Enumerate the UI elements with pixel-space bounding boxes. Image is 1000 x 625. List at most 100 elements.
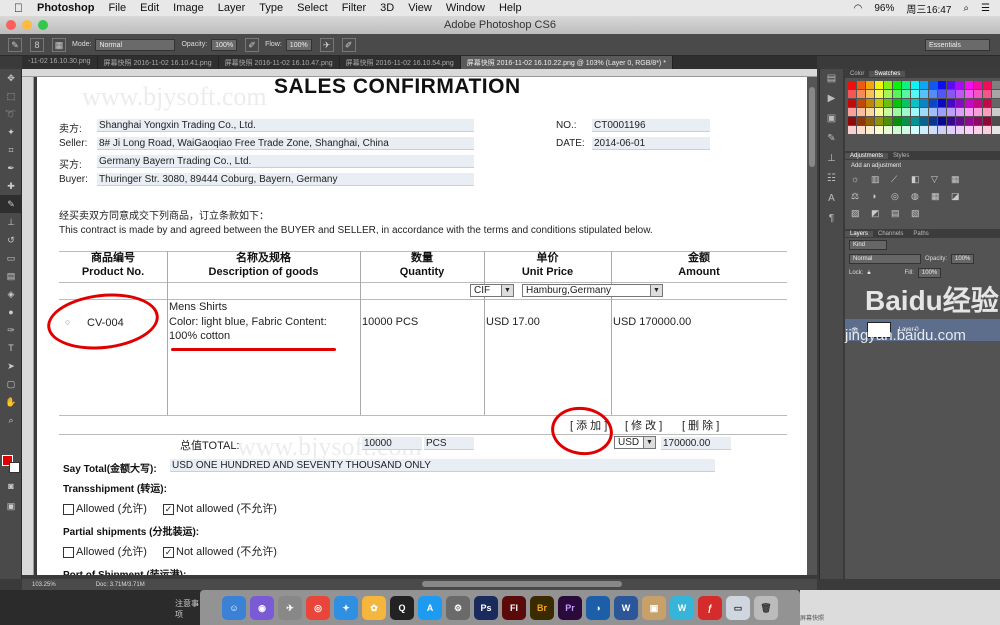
color-swatch[interactable]: [983, 99, 991, 107]
tab-doc-2[interactable]: 屏幕快照 2016-11-02 16.10.41.png: [98, 56, 219, 69]
horizontal-scrollbar[interactable]: [422, 581, 622, 587]
zoom-level[interactable]: 103.25%: [32, 582, 56, 588]
color-swatch[interactable]: [884, 117, 892, 125]
apple-menu-icon[interactable]: : [14, 1, 23, 15]
lasso-tool-icon[interactable]: ➰: [0, 105, 22, 123]
currency-select[interactable]: USD ▼: [614, 436, 656, 449]
menu-app-photoshop[interactable]: Photoshop: [37, 2, 94, 14]
airbrush-icon[interactable]: ✈: [319, 37, 334, 52]
color-swatch[interactable]: [938, 108, 946, 116]
color-swatch[interactable]: [866, 99, 874, 107]
word-icon[interactable]: W: [614, 595, 638, 620]
screen-mode-icon[interactable]: ▣: [0, 497, 22, 515]
checkbox[interactable]: [63, 503, 74, 515]
menu-view[interactable]: View: [408, 2, 432, 14]
menu-edit[interactable]: Edit: [140, 2, 159, 14]
color-swatch[interactable]: [875, 99, 883, 107]
delete-button[interactable]: [ 删 除 ]: [682, 417, 719, 433]
color-swatch[interactable]: [929, 90, 937, 98]
wunderlist-icon[interactable]: W: [670, 595, 694, 620]
color-swatch[interactable]: [920, 126, 928, 134]
color-swatch[interactable]: [884, 108, 892, 116]
flash-player-icon[interactable]: ƒ: [698, 595, 722, 620]
black-white-icon[interactable]: ◑: [871, 191, 885, 202]
play-actions-icon[interactable]: ▶: [820, 89, 843, 109]
close-window-button[interactable]: [6, 20, 16, 30]
port-select[interactable]: Hamburg,Germany ▼: [522, 284, 663, 297]
tab-color[interactable]: Color: [845, 71, 869, 77]
menu-help[interactable]: Help: [499, 2, 522, 14]
brightness-icon[interactable]: ☼: [851, 174, 865, 185]
color-swatch[interactable]: [956, 126, 964, 134]
checkbox[interactable]: [63, 546, 74, 558]
info-panel-icon[interactable]: ▣: [820, 109, 843, 129]
pressure-size-icon[interactable]: ✐: [341, 37, 356, 52]
invert-icon[interactable]: ◪: [951, 191, 965, 202]
color-swatch[interactable]: [893, 99, 901, 107]
color-swatch[interactable]: [866, 117, 874, 125]
qq-icon[interactable]: Q: [390, 595, 414, 620]
healing-tool-icon[interactable]: ✚: [0, 177, 22, 195]
vertical-scrollbar[interactable]: [807, 77, 817, 575]
color-swatch[interactable]: [902, 108, 910, 116]
checkbox-checked[interactable]: ✓: [163, 503, 174, 515]
transshipment-allowed-option[interactable]: Allowed (允许): [63, 500, 147, 516]
partial-allowed-option[interactable]: Allowed (允许): [63, 543, 147, 559]
color-swatch[interactable]: [992, 108, 1000, 116]
color-swatch[interactable]: [893, 126, 901, 134]
checkbox-checked[interactable]: ✓: [163, 546, 174, 558]
scrollbar-thumb[interactable]: [809, 87, 815, 167]
color-swatch[interactable]: [956, 81, 964, 89]
clone-stamp-tool-icon[interactable]: ⊥: [0, 213, 22, 231]
siri-icon[interactable]: ◉: [250, 595, 274, 620]
color-swatch[interactable]: [965, 81, 973, 89]
color-swatch[interactable]: [938, 81, 946, 89]
term-select[interactable]: CIF ▼: [470, 284, 514, 297]
color-swatch[interactable]: [848, 99, 856, 107]
color-swatch[interactable]: [920, 81, 928, 89]
color-swatch[interactable]: [875, 81, 883, 89]
crop-tool-icon[interactable]: ⌗: [0, 141, 22, 159]
color-swatch[interactable]: [983, 126, 991, 134]
lock-icon[interactable]: 🔒︎: [867, 270, 870, 277]
color-swatch[interactable]: [938, 126, 946, 134]
preview-icon[interactable]: ▭: [726, 595, 750, 620]
opacity-input[interactable]: 100%: [211, 38, 238, 51]
gradient-tool-icon[interactable]: ▤: [0, 267, 22, 285]
transshipment-not-allowed-option[interactable]: ✓ Not allowed (不允许): [163, 500, 277, 516]
color-swatch[interactable]: [929, 126, 937, 134]
color-swatch[interactable]: [956, 99, 964, 107]
pen-tool-icon[interactable]: ✑: [0, 321, 22, 339]
channel-mixer-icon[interactable]: ◍: [911, 191, 925, 202]
edit-button[interactable]: [ 修 改 ]: [625, 417, 662, 433]
color-swatch[interactable]: [965, 108, 973, 116]
color-swatch[interactable]: [974, 117, 982, 125]
menu-filter[interactable]: Filter: [342, 2, 366, 14]
color-swatch[interactable]: [956, 117, 964, 125]
color-swatch[interactable]: [974, 108, 982, 116]
color-swatch[interactable]: [956, 90, 964, 98]
menu-select[interactable]: Select: [297, 2, 328, 14]
seller-address-field[interactable]: 8# Ji Long Road, WaiGaoqiao Free Trade Z…: [97, 137, 474, 150]
color-swatch[interactable]: [875, 117, 883, 125]
desktop-file-label[interactable]: 注意事项: [175, 598, 200, 620]
color-swatch[interactable]: [893, 108, 901, 116]
color-swatch[interactable]: [992, 90, 1000, 98]
quick-mask-icon[interactable]: ◙: [0, 477, 22, 495]
color-swatch[interactable]: [965, 117, 973, 125]
eyedropper-tool-icon[interactable]: ✒: [0, 159, 22, 177]
color-swatch[interactable]: [884, 90, 892, 98]
clone-source-icon[interactable]: ⊥: [820, 149, 843, 169]
photoshop-icon[interactable]: Ps: [474, 595, 498, 620]
tab-doc-active[interactable]: 屏幕快照 2016-11-02 16.10.22.png @ 103% (Lay…: [460, 56, 673, 69]
notification-icon[interactable]: ☰: [981, 3, 990, 14]
color-balance-icon[interactable]: ⚖: [851, 191, 865, 202]
color-swatch[interactable]: [848, 81, 856, 89]
color-swatch[interactable]: [929, 81, 937, 89]
curves-icon[interactable]: ⟋: [891, 174, 905, 185]
color-swatch[interactable]: [911, 108, 919, 116]
marquee-tool-icon[interactable]: ⬚: [0, 87, 22, 105]
color-swatch[interactable]: [902, 99, 910, 107]
no-field[interactable]: CT0001196: [592, 119, 710, 132]
color-swatch[interactable]: [893, 81, 901, 89]
